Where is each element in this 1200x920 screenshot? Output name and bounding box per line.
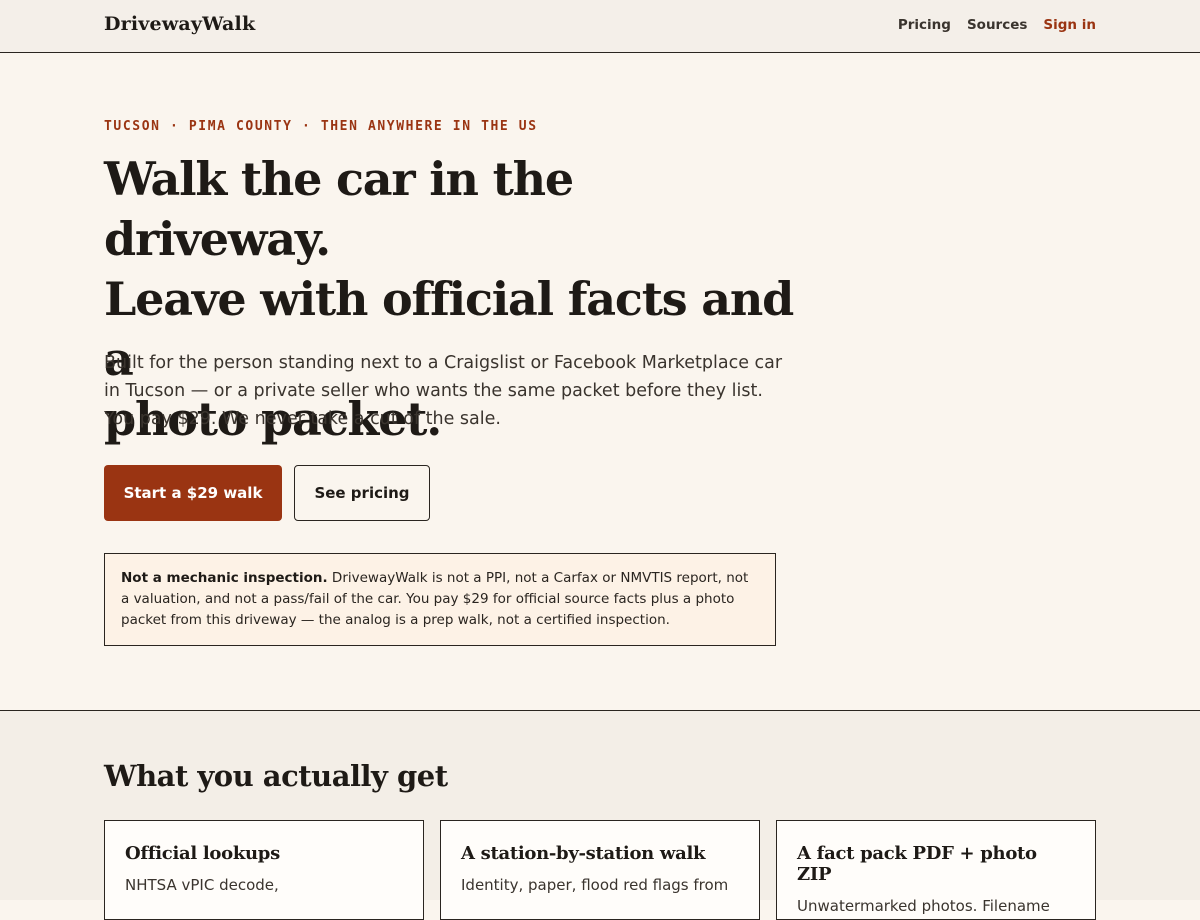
- top-navigation-bar: DrivewayWalk Pricing Sources Sign in: [0, 0, 1200, 53]
- see-pricing-button[interactable]: See pricing: [294, 465, 430, 521]
- start-walk-button[interactable]: Start a $29 walk: [104, 465, 282, 521]
- headline-line-1: Walk the car in the driveway.: [104, 152, 574, 266]
- nav-sources-link[interactable]: Sources: [967, 17, 1027, 33]
- feature-card-station-walk: A station-by-station walk Identity, pape…: [440, 820, 760, 920]
- location-eyebrow: TUCSON · PIMA COUNTY · THEN ANYWHERE IN …: [104, 119, 538, 134]
- main-nav: Pricing Sources Sign in: [898, 17, 1096, 33]
- feature-card-fact-pack: A fact pack PDF + photo ZIP Unwatermarke…: [776, 820, 1096, 920]
- features-title: What you actually get: [104, 759, 448, 793]
- hero-description: Built for the person standing next to a …: [104, 353, 783, 429]
- feature-card-title: Official lookups: [125, 843, 280, 864]
- sign-in-link[interactable]: Sign in: [1043, 17, 1096, 33]
- nav-pricing-link[interactable]: Pricing: [898, 17, 951, 33]
- feature-card-body: Identity, paper, flood red flags from: [461, 876, 729, 894]
- feature-card-body: NHTSA vPIC decode,: [125, 876, 279, 894]
- feature-card-official-lookups: Official lookups NHTSA vPIC decode,: [104, 820, 424, 920]
- disclaimer-lead: Not a mechanic inspection.: [121, 570, 328, 586]
- brand-logo[interactable]: DrivewayWalk: [104, 13, 255, 35]
- features-section: What you actually get Official lookups N…: [0, 710, 1200, 920]
- feature-card-title: A station-by-station walk: [461, 843, 706, 864]
- feature-card-title: A fact pack PDF + photo ZIP: [797, 843, 1037, 885]
- hero-section: TUCSON · PIMA COUNTY · THEN ANYWHERE IN …: [0, 53, 1200, 710]
- disclaimer-notice: Not a mechanic inspection. DrivewayWalk …: [104, 553, 776, 646]
